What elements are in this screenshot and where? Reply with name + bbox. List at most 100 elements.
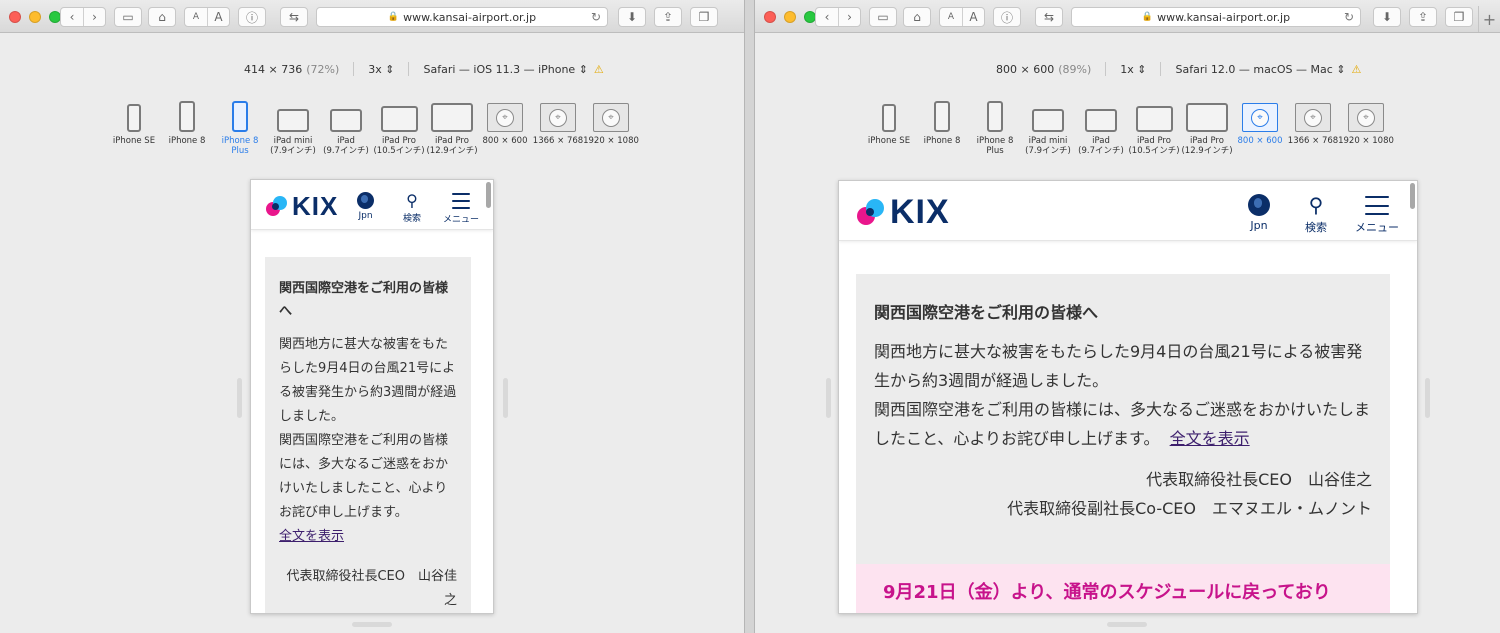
home-button[interactable]: ⌂ bbox=[903, 7, 931, 27]
back-forward-buttons: ‹ › bbox=[815, 7, 861, 27]
share-button[interactable]: ⇪ bbox=[654, 7, 682, 27]
back-button[interactable]: ‹ bbox=[816, 8, 838, 26]
resize-handle-bottom[interactable] bbox=[352, 622, 392, 627]
bigger-text-button[interactable]: A bbox=[962, 8, 984, 26]
info-button[interactable]: ⓘ bbox=[238, 7, 266, 27]
kix-logo-mark bbox=[264, 195, 288, 219]
back-button[interactable]: ‹ bbox=[61, 8, 83, 26]
device-iphone-8-plus[interactable]: iPhone 8 Plus bbox=[965, 96, 1025, 156]
share-button[interactable]: ⇪ bbox=[1409, 7, 1437, 27]
pixel-ratio-select[interactable]: 1x ⇕ bbox=[1120, 63, 1146, 76]
reload-icon[interactable]: ↻ bbox=[591, 10, 601, 24]
device-800x600[interactable]: ⌖ 800 × 600 bbox=[475, 96, 535, 146]
home-button[interactable]: ⌂ bbox=[148, 7, 176, 27]
device-iphone-se[interactable]: iPhone SE bbox=[104, 96, 164, 146]
forward-button[interactable]: › bbox=[838, 8, 860, 26]
kix-logo-mark bbox=[855, 197, 885, 229]
tablet-icon bbox=[330, 109, 362, 132]
device-iphone-8[interactable]: iPhone 8 bbox=[157, 96, 217, 146]
device-label: 800 × 600 bbox=[482, 136, 528, 146]
responsive-icon: ⇆ bbox=[288, 10, 300, 24]
device-1366x768[interactable]: ⌖ 1366 × 768 bbox=[528, 96, 588, 146]
info-button[interactable]: ⓘ bbox=[993, 7, 1021, 27]
user-agent-select[interactable]: Safari — iOS 11.3 — iPhone ⇕ bbox=[423, 63, 587, 76]
compass-icon: ⌖ bbox=[1357, 108, 1375, 127]
bigger-text-button[interactable]: A bbox=[207, 8, 229, 26]
user-agent-value: Safari 12.0 — macOS — Mac bbox=[1175, 62, 1333, 76]
search-icon: ⚲ bbox=[406, 190, 418, 210]
vertical-scrollbar[interactable] bbox=[1410, 183, 1415, 209]
notice-paragraph-2: 関西国際空港をご利用の皆様には、多大なるご迷惑をおかけいたしましたこと、心よりお… bbox=[874, 400, 1371, 448]
search-button[interactable]: ⚲ 検索 bbox=[1305, 193, 1327, 235]
pixel-ratio-select[interactable]: 3x ⇕ bbox=[368, 63, 394, 76]
device-ipad-pro-12-9[interactable]: iPad Pro (12.9インチ) bbox=[422, 96, 482, 156]
resize-handle-right[interactable] bbox=[1425, 378, 1430, 418]
read-more-link[interactable]: 全文を表示 bbox=[279, 529, 344, 544]
phone-icon bbox=[882, 104, 896, 132]
device-iphone-8[interactable]: iPhone 8 bbox=[912, 96, 972, 146]
device-label: iPad Pro (10.5インチ) bbox=[373, 136, 425, 156]
viewport-size: 800 × 600 bbox=[996, 62, 1055, 76]
close-button[interactable] bbox=[9, 11, 21, 23]
language-button[interactable]: Jpn bbox=[1248, 193, 1270, 232]
signature-coceo: 代表取締役副社長Co-CEO エマヌエル・ムノント bbox=[1007, 499, 1372, 518]
menu-button[interactable]: メニュー bbox=[443, 193, 479, 225]
responsive-mode-button[interactable]: ⇆ bbox=[1035, 7, 1063, 27]
device-ipad-pro-10-5[interactable]: iPad Pro (10.5インチ) bbox=[369, 96, 429, 156]
kix-logo[interactable]: KIX bbox=[264, 191, 338, 222]
kix-logo[interactable]: KIX bbox=[855, 193, 950, 232]
device-ipad[interactable]: iPad (9.7インチ) bbox=[1071, 96, 1131, 156]
notice-paragraph-1: 関西地方に甚大な被害をもたらした9月4日の台風21号による被害発生から約3週間が… bbox=[279, 337, 457, 424]
downloads-button[interactable]: ⬇ bbox=[618, 7, 646, 27]
device-label: 1920 × 1080 bbox=[583, 136, 639, 146]
resize-handle-left[interactable] bbox=[826, 378, 831, 418]
tablet-icon bbox=[1135, 106, 1173, 132]
user-agent-value: Safari — iOS 11.3 — iPhone bbox=[423, 62, 576, 76]
smaller-text-button[interactable]: A bbox=[940, 8, 962, 26]
sidebar-button[interactable]: ▭ bbox=[869, 7, 897, 27]
close-button[interactable] bbox=[764, 11, 776, 23]
device-1920x1080[interactable]: ⌖ 1920 × 1080 bbox=[1336, 96, 1396, 146]
reload-icon[interactable]: ↻ bbox=[1344, 10, 1354, 24]
downloads-button[interactable]: ⬇ bbox=[1373, 7, 1401, 27]
device-label: iPhone 8 bbox=[168, 136, 206, 146]
signature-ceo: 代表取締役社長CEO 山谷佳之 bbox=[1146, 470, 1372, 489]
device-ipad-pro-12-9[interactable]: iPad Pro (12.9インチ) bbox=[1177, 96, 1237, 156]
warning-icon: ⚠ bbox=[1351, 62, 1362, 76]
device-1920x1080[interactable]: ⌖ 1920 × 1080 bbox=[581, 96, 641, 146]
search-label: 検索 bbox=[403, 214, 422, 224]
sidebar-button[interactable]: ▭ bbox=[114, 7, 142, 27]
device-iphone-se[interactable]: iPhone SE bbox=[859, 96, 919, 146]
vertical-scrollbar[interactable] bbox=[486, 182, 491, 208]
minimize-button[interactable] bbox=[784, 11, 796, 23]
forward-button[interactable]: › bbox=[83, 8, 105, 26]
user-agent-select[interactable]: Safari 12.0 — macOS — Mac ⇕ bbox=[1175, 63, 1345, 76]
device-ipad[interactable]: iPad (9.7インチ) bbox=[316, 96, 376, 156]
device-iphone-8-plus[interactable]: iPhone 8 Plus bbox=[210, 96, 270, 156]
new-tab-button[interactable]: + bbox=[1478, 6, 1500, 32]
language-button[interactable]: Jpn bbox=[357, 191, 374, 221]
tabs-button[interactable]: ❐ bbox=[1445, 7, 1473, 27]
address-bar[interactable]: 🔒 www.kansai-airport.or.jp ↻ bbox=[1071, 7, 1361, 27]
resize-handle-left[interactable] bbox=[237, 378, 242, 418]
tabs-button[interactable]: ❐ bbox=[690, 7, 718, 27]
smaller-text-button[interactable]: A bbox=[185, 8, 207, 26]
responsive-mode-button[interactable]: ⇆ bbox=[280, 7, 308, 27]
resize-handle-bottom[interactable] bbox=[1107, 622, 1147, 627]
device-label: iPhone SE bbox=[867, 136, 911, 146]
compass-icon: ⌖ bbox=[602, 108, 620, 127]
device-ipad-mini[interactable]: iPad mini (7.9インチ) bbox=[263, 96, 323, 156]
notice-paragraph-1: 関西地方に甚大な被害をもたらした9月4日の台風21号による被害発生から約3週間が… bbox=[874, 342, 1363, 390]
menu-button[interactable]: メニュー bbox=[1355, 196, 1399, 235]
device-1366x768[interactable]: ⌖ 1366 × 768 bbox=[1283, 96, 1343, 146]
pixel-ratio-value: 1x bbox=[1120, 62, 1134, 76]
minimize-button[interactable] bbox=[29, 11, 41, 23]
device-ipad-pro-10-5[interactable]: iPad Pro (10.5インチ) bbox=[1124, 96, 1184, 156]
device-ipad-mini[interactable]: iPad mini (7.9インチ) bbox=[1018, 96, 1078, 156]
device-800x600[interactable]: ⌖ 800 × 600 bbox=[1230, 96, 1290, 146]
search-button[interactable]: ⚲ 検索 bbox=[403, 190, 422, 225]
read-more-link[interactable]: 全文を表示 bbox=[1170, 429, 1250, 448]
resize-handle-right[interactable] bbox=[503, 378, 508, 418]
address-bar[interactable]: 🔒 www.kansai-airport.or.jp ↻ bbox=[316, 7, 608, 27]
viewport-zoom: (89%) bbox=[1058, 62, 1092, 76]
